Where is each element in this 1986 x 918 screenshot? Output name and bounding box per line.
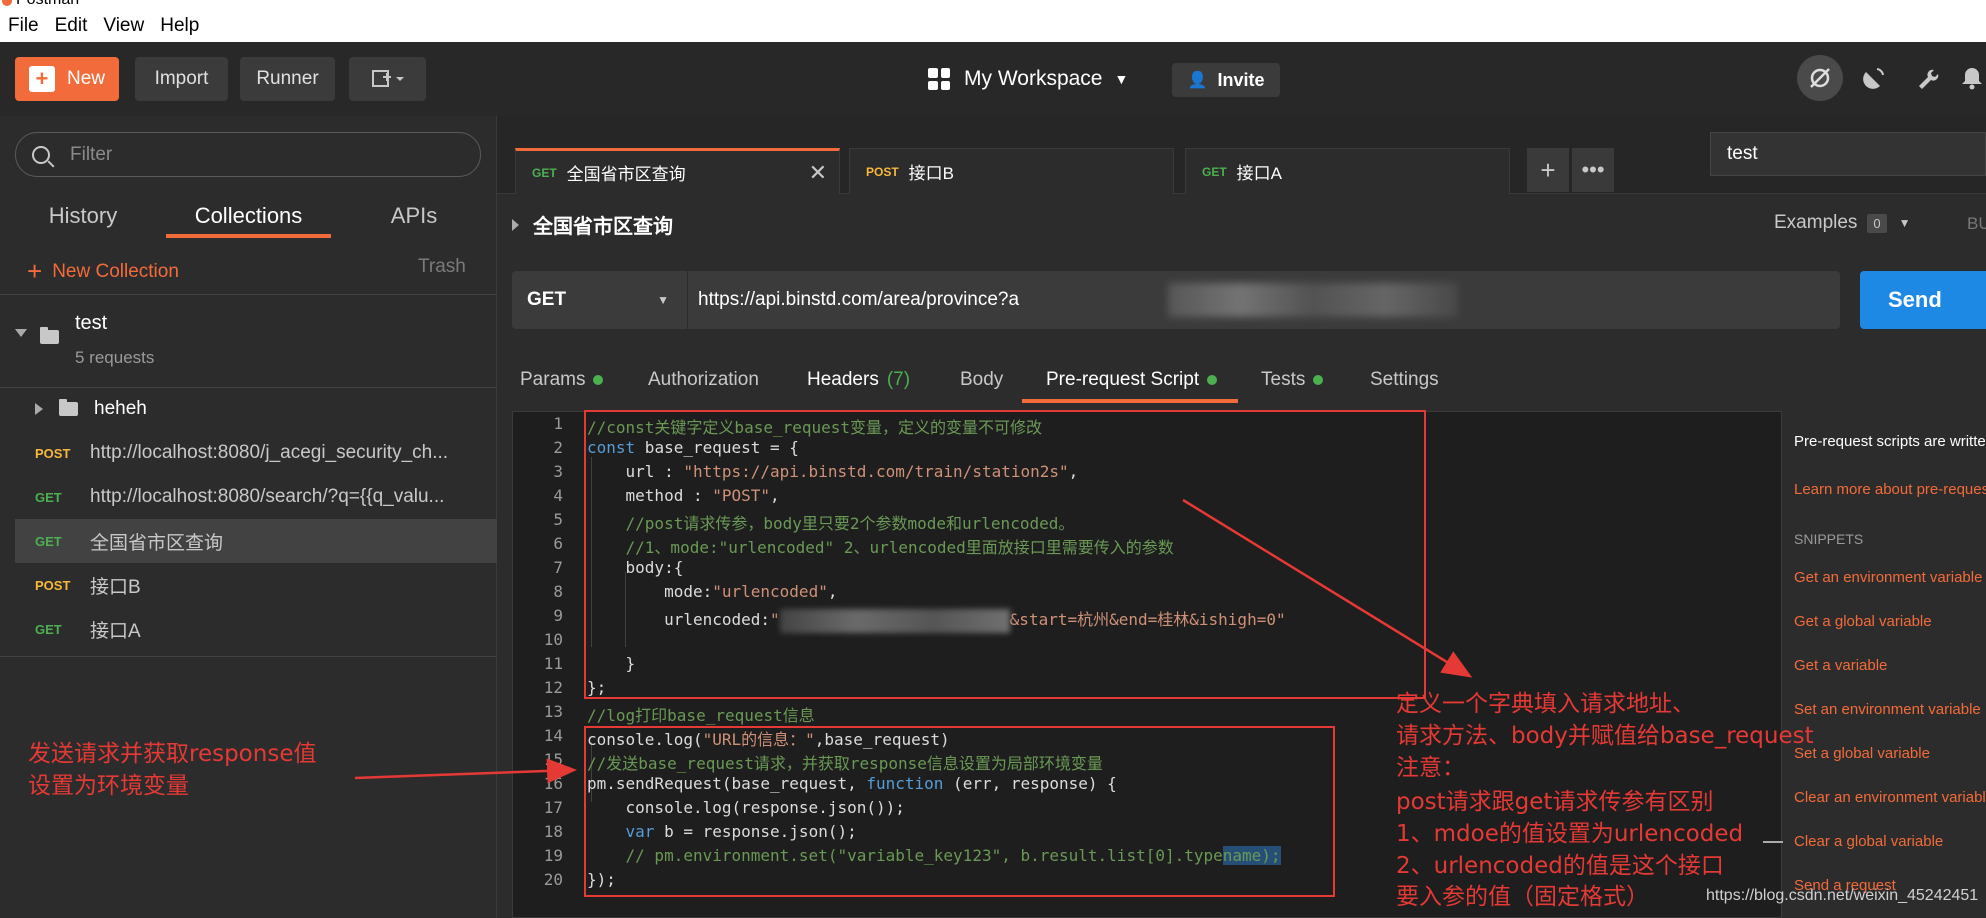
annotation-arrows xyxy=(354,498,1473,784)
annotation-right-line: 要入参的值（固定格式） xyxy=(1396,884,1649,910)
annotation-right-line: post请求跟get请求传参有区别 xyxy=(1396,789,1714,815)
annotation-left-line2: 设置为环境变量 xyxy=(28,773,189,799)
watermark: https://blog.csdn.net/weixin_45242451 xyxy=(1706,887,1979,904)
annotation-arrow xyxy=(354,758,577,784)
annotation-arrow xyxy=(1182,498,1473,678)
annotation-right-line: 请求方法、body并赋值给base_request xyxy=(1396,723,1814,749)
annotation-right-line: 定义一个字典填入请求地址、 xyxy=(1396,691,1695,717)
annotation-right-line: 注意： xyxy=(1396,755,1465,781)
annotation-left-line1: 发送请求并获取response值 xyxy=(28,741,317,767)
postman-window: Postman File Edit View Help + New Import… xyxy=(0,0,1986,918)
annotation-right-line: 1、mdoe的值设置为urlencoded xyxy=(1396,821,1744,847)
annotation-right-line: 2、urlencoded的值是这个接口 xyxy=(1396,853,1724,879)
